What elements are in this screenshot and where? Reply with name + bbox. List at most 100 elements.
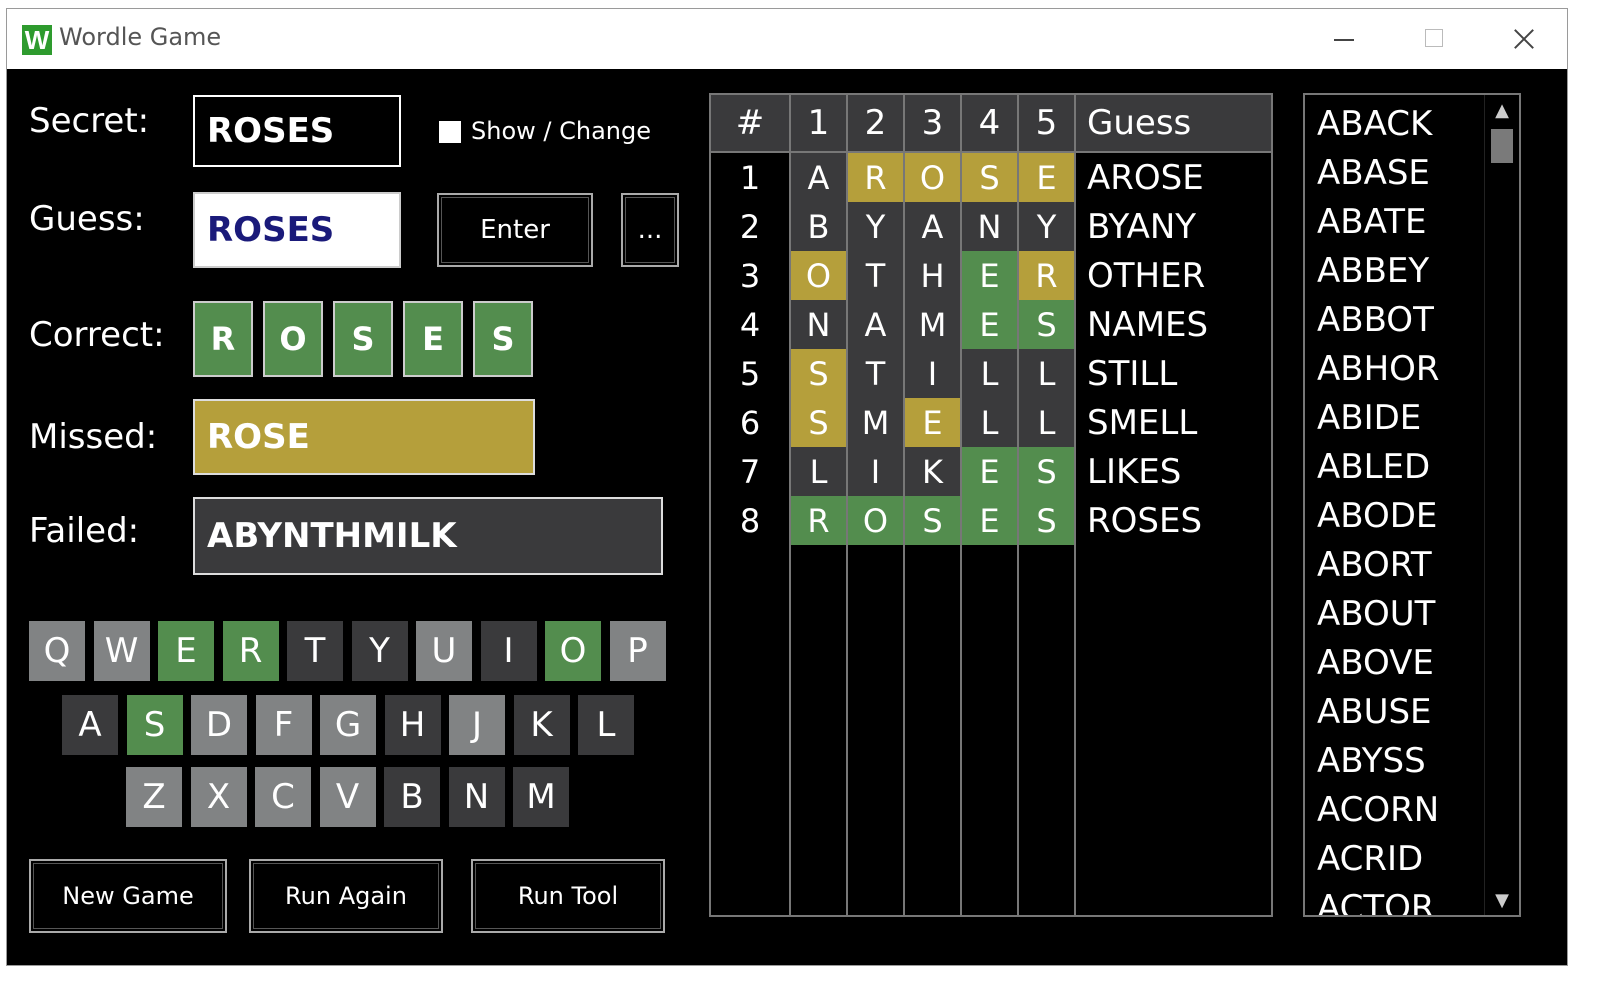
grid-header-col5: 5 [1035, 103, 1058, 143]
grid-cell: S [1019, 447, 1074, 496]
key-v[interactable]: V [319, 767, 376, 827]
correct-tile: S [333, 301, 393, 377]
key-b[interactable]: B [384, 767, 440, 827]
grid-row-number: 8 [739, 501, 761, 540]
grid-cell: O [905, 153, 960, 202]
grid-cell: R [1019, 251, 1074, 300]
word-list-item[interactable]: ACRID [1317, 834, 1423, 883]
grid-cell: M [848, 398, 903, 447]
app-icon: W [22, 25, 52, 55]
key-u[interactable]: U [416, 621, 472, 681]
key-x[interactable]: X [190, 767, 247, 827]
grid-cell: Y [1019, 202, 1074, 251]
key-m[interactable]: M [513, 767, 569, 827]
word-list-item[interactable]: ABACK [1317, 99, 1432, 148]
word-list-item[interactable]: ABASE [1317, 148, 1430, 197]
grid-guess-word: ROSES [1087, 500, 1203, 541]
grid-cell: O [848, 496, 903, 545]
grid-divider [1017, 95, 1019, 915]
key-e[interactable]: E [158, 621, 214, 681]
word-list[interactable]: ABACK ABASE ABATE ABBEY ABBOT ABHOR ABIDE ABLED… [1303, 93, 1521, 917]
word-list-item[interactable]: ABYSS [1317, 736, 1426, 785]
word-list-item[interactable]: ABOUT [1317, 589, 1435, 638]
client-area: Secret: Guess: Correct: Missed: Failed: … [7, 69, 1567, 965]
word-list-item[interactable]: ABATE [1317, 197, 1426, 246]
scroll-thumb[interactable] [1491, 129, 1513, 163]
key-w[interactable]: W [93, 621, 150, 681]
grid-guess-word: STILL [1087, 353, 1178, 394]
show-change-checkbox[interactable] [439, 121, 461, 143]
show-change-label[interactable]: Show / Change [471, 117, 651, 145]
grid-cell: E [905, 398, 960, 447]
key-g[interactable]: G [320, 695, 376, 755]
key-y[interactable]: Y [351, 621, 408, 681]
scroll-down-icon[interactable]: ▼ [1485, 885, 1519, 915]
key-r[interactable]: R [222, 621, 279, 681]
grid-cell: L [791, 447, 846, 496]
grid-divider [903, 95, 905, 915]
key-n[interactable]: N [448, 767, 505, 827]
word-list-scrollbar[interactable]: ▲ ▼ [1484, 95, 1519, 915]
grid-cell: Y [848, 202, 903, 251]
word-list-item[interactable]: ABLED [1317, 442, 1430, 491]
word-list-item[interactable]: ABHOR [1317, 344, 1440, 393]
word-list-item[interactable]: ABBEY [1317, 246, 1429, 295]
new-game-button[interactable]: New Game [29, 859, 227, 933]
word-list-item[interactable]: ABODE [1317, 491, 1437, 540]
run-tool-button[interactable]: Run Tool [471, 859, 665, 933]
grid-divider [960, 95, 962, 915]
key-t[interactable]: T [287, 621, 343, 681]
correct-label: Correct: [29, 315, 165, 355]
word-list-item[interactable]: ABBOT [1317, 295, 1434, 344]
grid-divider [1074, 95, 1076, 915]
key-d[interactable]: D [191, 695, 247, 755]
enter-button[interactable]: Enter [437, 193, 593, 267]
grid-divider [711, 151, 1271, 153]
minimize-button[interactable] [1321, 19, 1367, 59]
grid-cell: S [1019, 300, 1074, 349]
guess-input[interactable]: ROSES [193, 192, 401, 268]
scroll-up-icon[interactable]: ▲ [1485, 95, 1519, 125]
key-o[interactable]: O [545, 621, 601, 681]
word-list-item[interactable]: ABUSE [1317, 687, 1432, 736]
grid-guess-word: OTHER [1087, 255, 1206, 296]
key-i[interactable]: I [480, 621, 537, 681]
key-z[interactable]: Z [126, 767, 182, 827]
key-c[interactable]: C [255, 767, 311, 827]
key-q[interactable]: Q [29, 621, 85, 681]
word-list-item[interactable]: ABORT [1317, 540, 1432, 589]
grid-cell: T [848, 251, 903, 300]
more-button[interactable]: ... [621, 193, 679, 267]
key-a[interactable]: A [62, 695, 118, 755]
grid-cell: N [962, 202, 1017, 251]
grid-cell: M [905, 300, 960, 349]
run-again-button[interactable]: Run Again [249, 859, 443, 933]
close-button[interactable] [1501, 19, 1547, 59]
grid-cell: L [1019, 398, 1074, 447]
correct-tile: E [403, 301, 463, 377]
secret-field[interactable]: ROSES [193, 95, 401, 167]
key-f[interactable]: F [255, 695, 312, 755]
key-h[interactable]: H [384, 695, 441, 755]
key-k[interactable]: K [513, 695, 570, 755]
key-j[interactable]: J [449, 695, 505, 755]
key-s[interactable]: S [126, 695, 183, 755]
grid-cell: R [791, 496, 846, 545]
word-list-item[interactable]: ACORN [1317, 785, 1439, 834]
key-l[interactable]: L [578, 695, 634, 755]
word-list-item[interactable]: ABIDE [1317, 393, 1421, 442]
word-list-item[interactable]: ABOVE [1317, 638, 1434, 687]
secret-label: Secret: [29, 101, 150, 141]
grid-row-number: 7 [739, 452, 761, 491]
grid-cell: E [962, 251, 1017, 300]
grid-cell: I [905, 349, 960, 398]
key-p[interactable]: P [609, 621, 666, 681]
word-list-item[interactable]: ACTOR [1317, 883, 1435, 916]
failed-field: ABYNTHMILK [193, 497, 663, 575]
guess-history-grid[interactable]: # 1 2 3 4 5 Guess 1 A R O S E AROSE 2 B Y A N Y BYANY… [709, 93, 1273, 917]
missed-field: ROSE [193, 399, 535, 475]
maximize-button[interactable] [1411, 19, 1457, 59]
grid-row-number: 1 [739, 158, 761, 197]
grid-cell: E [1019, 153, 1074, 202]
grid-header-number: # [735, 103, 765, 143]
